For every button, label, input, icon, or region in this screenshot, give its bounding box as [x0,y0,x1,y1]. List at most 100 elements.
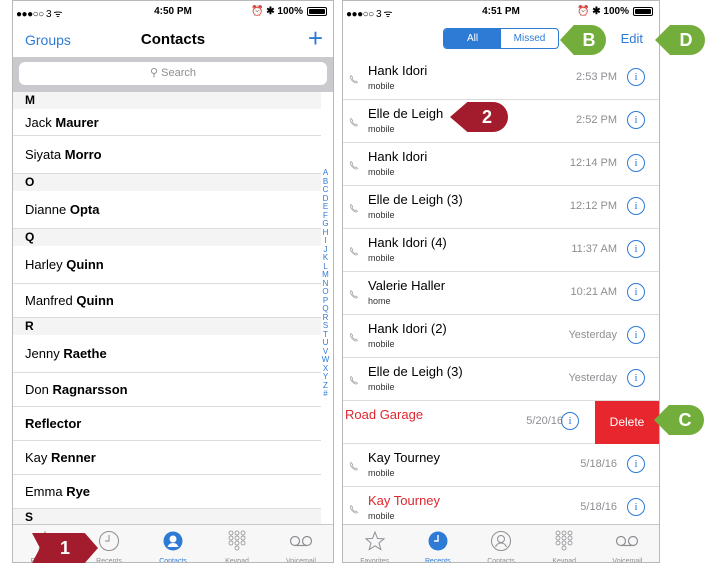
call-time: 5/18/16 [580,458,617,470]
delete-button[interactable]: Delete [595,401,659,444]
contact-last-name: Renner [51,450,96,465]
contact-row[interactable]: Siyata Morro [13,136,321,174]
tab-label: Recents [424,558,451,563]
search-placeholder: Search [161,67,196,79]
contact-first-name: Jack [25,114,52,130]
contact-first-name: Harley [25,257,63,272]
call-time: 12:12 PM [569,200,617,212]
edit-button[interactable]: Edit [621,31,643,46]
contact-row[interactable]: Harley Quinn [13,246,321,284]
contact-row[interactable]: Manfred Quinn [13,284,321,318]
contact-last-name: Maurer [55,114,99,130]
search-bar: ⚲ Search [13,57,333,92]
info-icon[interactable]: i [627,197,645,215]
alphabet-index[interactable]: A B C D E F G H I J K L M N O P Q R S T U V W X Y Z # [321,168,330,399]
contact-row[interactable]: Jack Maurer [13,109,321,136]
recent-call-row[interactable]: Elle de Leigh (3) mobile 12:12 PM i [343,186,659,229]
info-icon[interactable]: i [561,412,579,430]
info-icon[interactable]: i [627,240,645,258]
tab-recents[interactable]: Recents [406,525,469,563]
tab-keypad[interactable]: Keypad [205,525,269,562]
caller-name: Elle de Leigh (3) [368,364,463,379]
recent-call-row[interactable]: Valerie Haller home 10:21 AM i [343,272,659,315]
contact-last-name: Quinn [66,257,104,272]
status-bar: ●●●○○ 3 ᯤ 4:51 PM ⏰ ✱ 100% [343,1,659,21]
info-icon[interactable]: i [627,326,645,344]
call-time: 5/20/16 [526,415,563,427]
recent-call-row[interactable]: Hank Idori mobile 2:53 PM i [343,57,659,100]
calls-filter-segment: All Missed [443,28,559,49]
callout-c: C [654,405,704,435]
info-icon[interactable]: i [627,111,645,129]
tab-keypad[interactable]: Keypad [533,525,596,562]
callout-d: D [655,25,705,55]
info-icon[interactable]: i [627,369,645,387]
caller-name: Elle de Leigh (3) [368,192,463,207]
tab-label: Contacts [487,558,515,563]
segment-missed[interactable]: Missed [501,29,558,48]
section-header: M [13,92,321,109]
recents-screen: ●●●○○ 3 ᯤ 4:51 PM ⏰ ✱ 100% All Missed Ed… [342,0,660,563]
caller-name: Hank Idori [368,63,428,78]
recent-call-row[interactable]: Road Garage 5/20/16 i Delete [343,401,659,444]
contacts-list: M Jack Maurer Siyata Morro O Dianne Opta Q Har… [13,92,321,526]
page-title: Contacts [140,31,206,48]
add-contact-button[interactable]: + [308,23,323,54]
battery-fill [635,9,651,14]
clock-icon [406,530,469,552]
tab-favorites[interactable]: Favorites [343,525,406,562]
battery-fill [309,9,325,14]
call-type: mobile [368,167,395,177]
caller-name: Kay Tourney [368,493,441,508]
contact-first-name: Manfred [25,293,73,308]
callout-d-label: D [679,29,693,50]
call-type: home [368,296,391,306]
contact-row[interactable]: Reflector [13,407,321,441]
segment-all[interactable]: All [444,29,501,48]
info-icon[interactable]: i [627,283,645,301]
outgoing-call-icon [349,372,359,385]
contact-first-name: Jenny [25,346,60,361]
tab-bar: Favorites Recents Contacts Keypad Voicemail [343,524,659,563]
tab-voicemail[interactable]: Voicemail [596,525,659,562]
recent-call-row[interactable]: Hank Idori (4) mobile 11:37 AM i [343,229,659,272]
recent-call-row[interactable]: Hank Idori (2) mobile Yesterday i [343,315,659,358]
contact-last-name: Reflector [25,416,82,431]
contact-icon [469,530,532,552]
tab-voicemail[interactable]: Voicemail [269,525,333,563]
info-icon[interactable]: i [627,154,645,172]
info-icon[interactable]: i [627,498,645,516]
contact-row[interactable]: Don Ragnarsson [13,373,321,407]
voicemail-icon [269,530,333,552]
contacts-screen: ●●●○○ 3 ᯤ 4:50 PM ⏰ ✱ 100% Groups Contac… [12,0,334,563]
tab-label: Voicemail [286,558,316,563]
search-input[interactable]: ⚲ Search [19,62,327,85]
contact-row[interactable]: Jenny Raethe [13,335,321,373]
recent-call-row[interactable]: Elle de Leigh (3) mobile Yesterday i [343,358,659,401]
tab-contacts[interactable]: Contacts [141,525,205,562]
callout-b-label: B [582,29,596,50]
recent-call-row[interactable]: Kay Tourney mobile 5/18/16 i [343,444,659,487]
call-time: 2:53 PM [576,71,617,83]
call-type: mobile [368,511,395,521]
recent-call-row[interactable]: Hank Idori mobile 12:14 PM i [343,143,659,186]
contact-row[interactable]: Kay Renner [13,441,321,475]
call-type: mobile [368,382,395,392]
outgoing-call-icon [349,114,359,127]
index-letter[interactable]: # [321,389,330,399]
contact-first-name: Kay [25,450,48,465]
info-icon[interactable]: i [627,455,645,473]
callout-2-label: 2 [481,106,492,127]
contact-row[interactable]: Dianne Opta [13,191,321,229]
call-type: mobile [368,468,395,478]
contact-row[interactable]: Emma Rye [13,475,321,509]
info-icon[interactable]: i [627,68,645,86]
call-type: mobile [368,124,395,134]
keypad-icon [533,530,596,552]
search-icon: ⚲ [150,67,159,79]
call-type: mobile [368,339,395,349]
tab-contacts[interactable]: Contacts [469,525,532,563]
callout-1: 1 [32,533,98,563]
status-indicators-text: ⏰ ✱ 100% [577,6,629,17]
outgoing-call-icon [349,243,359,256]
